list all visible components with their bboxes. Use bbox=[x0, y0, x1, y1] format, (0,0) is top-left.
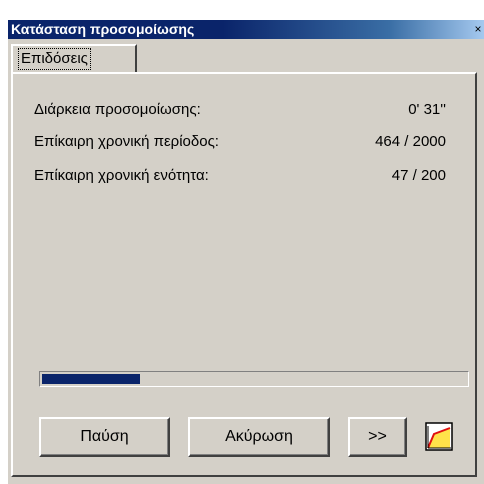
cancel-button[interactable]: Ακύρωση bbox=[188, 417, 330, 457]
tab-performance[interactable]: Επιδόσεις bbox=[11, 44, 137, 74]
progress-bar bbox=[39, 371, 469, 387]
current-period-label: Επίκαιρη χρονική περίοδος: bbox=[34, 133, 219, 150]
current-period-value: 464 / 2000 bbox=[375, 133, 446, 150]
more-button[interactable]: >> bbox=[348, 417, 407, 457]
pause-button[interactable]: Παύση bbox=[39, 417, 170, 457]
tab-performance-label: Επιδόσεις bbox=[18, 48, 91, 70]
simulation-status-window: Κατάσταση προσομοίωσης × Επιδόσεις Διάρκ… bbox=[7, 19, 484, 484]
chart-button[interactable] bbox=[423, 418, 457, 454]
duration-value: 0' 31'' bbox=[408, 101, 446, 118]
window-title: Κατάσταση προσομοίωσης bbox=[11, 21, 195, 37]
current-unit-value: 47 / 200 bbox=[391, 167, 446, 184]
title-bar[interactable]: Κατάσταση προσομοίωσης × bbox=[8, 20, 484, 39]
line-chart-icon bbox=[425, 422, 453, 451]
duration-label: Διάρκεια προσομοίωσης: bbox=[34, 101, 201, 118]
progress-bar-fill bbox=[42, 374, 140, 384]
close-icon[interactable]: × bbox=[471, 21, 484, 37]
current-unit-label: Επίκαιρη χρονική ενότητα: bbox=[34, 167, 209, 184]
